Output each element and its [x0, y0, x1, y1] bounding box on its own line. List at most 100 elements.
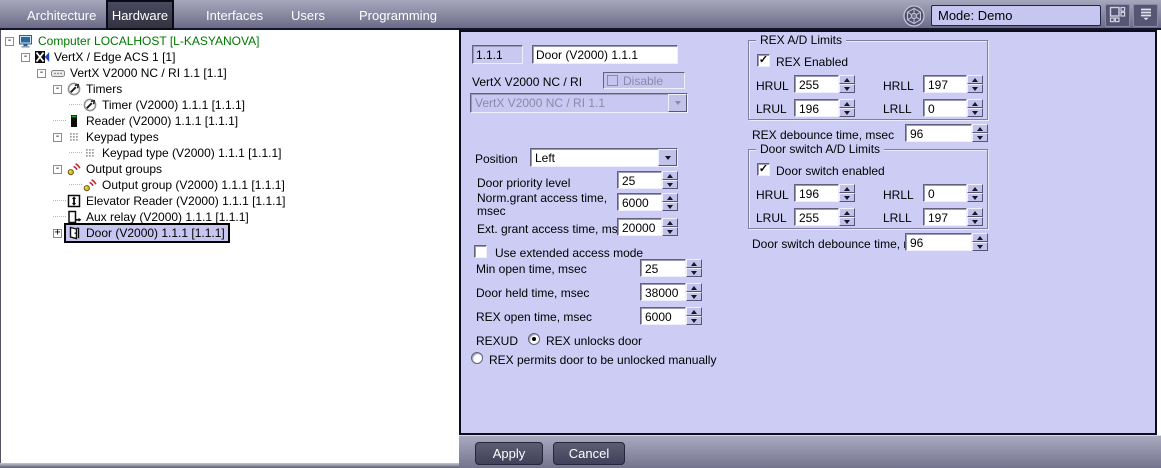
spin-down-button[interactable]	[839, 108, 855, 117]
rex-debounce-input[interactable]: 96	[905, 124, 972, 142]
tree-item-content[interactable]: Keypad type (V2000) 1.1.1 [1.1.1]	[82, 145, 284, 161]
spin-down-button[interactable]	[967, 193, 983, 202]
tree-item-content[interactable]: Door (V2000) 1.1.1 [1.1.1]	[66, 225, 228, 241]
apply-button[interactable]: Apply	[475, 442, 543, 465]
parent-device-dropdown[interactable]: VertX V2000 NC / RI 1.1	[470, 93, 688, 113]
tree-item-aux-relay-v2000-1-1-1-1-1-1[interactable]: Aux relay (V2000) 1.1.1 [1.1.1]	[1, 209, 459, 225]
rex-lrll-input[interactable]: 0	[923, 99, 967, 117]
object-id-field[interactable]: 1.1.1	[472, 45, 523, 64]
tree-item-elevator-reader-v2000-1-1-1-1-1-1[interactable]: Elevator Reader (V2000) 1.1.1 [1.1.1]	[1, 193, 459, 209]
tree-item-vertx-edge-acs-1-1[interactable]: -VertX / Edge ACS 1 [1]	[1, 49, 459, 65]
spin-down-button[interactable]	[839, 84, 855, 93]
rex-permits-radio[interactable]	[471, 352, 483, 364]
tree-item-reader-v2000-1-1-1-1-1-1[interactable]: Reader (V2000) 1.1.1 [1.1.1]	[1, 113, 459, 129]
door-debounce-input[interactable]: 96	[905, 233, 972, 251]
spin-down-button[interactable]	[662, 202, 678, 211]
sphere-icon[interactable]	[902, 4, 926, 28]
tree-item-timer-v2000-1-1-1-1-1-1[interactable]: Timer (V2000) 1.1.1 [1.1.1]	[1, 97, 459, 113]
spin-up-button[interactable]	[686, 283, 702, 292]
door-held-input[interactable]: 38000	[640, 283, 686, 301]
door-hrul-input[interactable]: 196	[794, 184, 839, 202]
spin-down-button[interactable]	[686, 292, 702, 301]
door-lrul-input[interactable]: 255	[794, 208, 839, 226]
tree-item-content[interactable]: Output group (V2000) 1.1.1 [1.1.1]	[82, 177, 288, 193]
collapse-minus-icon[interactable]: -	[37, 69, 46, 78]
spin-up-button[interactable]	[839, 99, 855, 108]
spin-up-button[interactable]	[686, 307, 702, 316]
chevron-down-icon[interactable]	[668, 94, 687, 112]
spin-down-button[interactable]	[967, 108, 983, 117]
tree-item-content[interactable]: Timers	[66, 81, 125, 97]
rex-lrul-input[interactable]: 196	[794, 99, 839, 117]
tree-item-content[interactable]: Aux relay (V2000) 1.1.1 [1.1.1]	[66, 209, 252, 225]
tree-item-output-groups[interactable]: -Output groups	[1, 161, 459, 177]
spin-down-button[interactable]	[972, 242, 988, 251]
spin-up-button[interactable]	[967, 208, 983, 217]
collapse-minus-icon[interactable]: -	[53, 85, 62, 94]
rex-hrll-input[interactable]: 197	[923, 75, 967, 93]
mode-field[interactable]: Mode: Demo	[931, 5, 1101, 26]
spin-down-button[interactable]	[839, 217, 855, 226]
door-hrll-input[interactable]: 0	[923, 184, 967, 202]
spin-down-button[interactable]	[686, 268, 702, 277]
tree-item-content[interactable]: VertX V2000 NC / RI 1.1 [1.1]	[50, 65, 230, 81]
spin-down-button[interactable]	[972, 133, 988, 142]
tree-item-computer-localhost-l-kasyanova[interactable]: -Computer LOCALHOST [L-KASYANOVA]	[1, 33, 459, 49]
tree-item-content[interactable]: Reader (V2000) 1.1.1 [1.1.1]	[66, 113, 241, 129]
spin-down-button[interactable]	[662, 180, 678, 189]
spin-up-button[interactable]	[839, 184, 855, 193]
spin-up-button[interactable]	[662, 218, 678, 227]
rex-hrul-input[interactable]: 255	[794, 75, 839, 93]
tree-item-vertx-v2000-nc-ri-1-1-1-1[interactable]: -VertX V2000 NC / RI 1.1 [1.1]	[1, 65, 459, 81]
collapse-minus-icon[interactable]: -	[53, 165, 62, 174]
spin-up-button[interactable]	[839, 75, 855, 84]
ext-grant-input[interactable]: 20000	[617, 218, 662, 236]
spin-up-button[interactable]	[662, 171, 678, 180]
spin-up-button[interactable]	[839, 208, 855, 217]
collapse-minus-icon[interactable]: -	[5, 37, 14, 46]
spin-up-button[interactable]	[967, 99, 983, 108]
tree-item-content[interactable]: Output groups	[66, 161, 165, 177]
window-menu-button[interactable]	[1133, 4, 1158, 27]
spin-up-button[interactable]	[967, 75, 983, 84]
spin-up-button[interactable]	[972, 124, 988, 133]
use-extended-access-checkbox[interactable]	[474, 245, 487, 258]
tree-item-timers[interactable]: -Timers	[1, 81, 459, 97]
expand-plus-icon[interactable]: +	[53, 229, 62, 238]
spin-down-button[interactable]	[967, 84, 983, 93]
cancel-button[interactable]: Cancel	[553, 442, 625, 465]
object-name-field[interactable]: Door (V2000) 1.1.1	[532, 45, 678, 64]
rex-enabled-checkbox[interactable]: ✓	[757, 54, 770, 67]
spin-up-button[interactable]	[662, 193, 678, 202]
norm-grant-input[interactable]: 6000	[617, 193, 662, 211]
collapse-minus-icon[interactable]: -	[21, 53, 30, 62]
spin-down-button[interactable]	[662, 227, 678, 236]
tree-item-content[interactable]: Elevator Reader (V2000) 1.1.1 [1.1.1]	[66, 193, 288, 209]
spin-up-button[interactable]	[972, 233, 988, 242]
tree-item-content[interactable]: Keypad types	[66, 129, 162, 145]
position-dropdown[interactable]: Left	[530, 148, 678, 167]
menu-hardware[interactable]: Hardware	[106, 0, 174, 30]
min-open-input[interactable]: 25	[640, 259, 686, 277]
spin-up-button[interactable]	[967, 184, 983, 193]
tree-item-content[interactable]: Computer LOCALHOST [L-KASYANOVA]	[18, 33, 262, 49]
menu-users[interactable]: Users	[291, 8, 325, 23]
chevron-down-icon[interactable]	[658, 149, 677, 166]
tree-item-keypad-types[interactable]: -Keypad types	[1, 129, 459, 145]
menu-programming[interactable]: Programming	[359, 8, 437, 23]
tree-item-content[interactable]: Timer (V2000) 1.1.1 [1.1.1]	[82, 97, 248, 113]
tree-item-output-group-v2000-1-1-1-1-1-1[interactable]: Output group (V2000) 1.1.1 [1.1.1]	[1, 177, 459, 193]
spin-down-button[interactable]	[967, 217, 983, 226]
layout-grid-button[interactable]	[1105, 4, 1130, 27]
menu-interfaces[interactable]: Interfaces	[206, 8, 263, 23]
disable-checkbox[interactable]	[607, 75, 618, 86]
rex-open-input[interactable]: 6000	[640, 307, 686, 325]
tree-item-content[interactable]: VertX / Edge ACS 1 [1]	[34, 49, 178, 65]
tree-item-door-v2000-1-1-1-1-1-1[interactable]: + Door (V2000) 1.1.1 [1.1.1]	[1, 225, 459, 241]
door-switch-enabled-checkbox[interactable]: ✓	[757, 163, 770, 176]
spin-down-button[interactable]	[686, 316, 702, 325]
rex-unlocks-radio[interactable]	[528, 333, 540, 345]
spin-up-button[interactable]	[686, 259, 702, 268]
collapse-minus-icon[interactable]: -	[53, 133, 62, 142]
menu-architecture[interactable]: Architecture	[27, 8, 96, 23]
